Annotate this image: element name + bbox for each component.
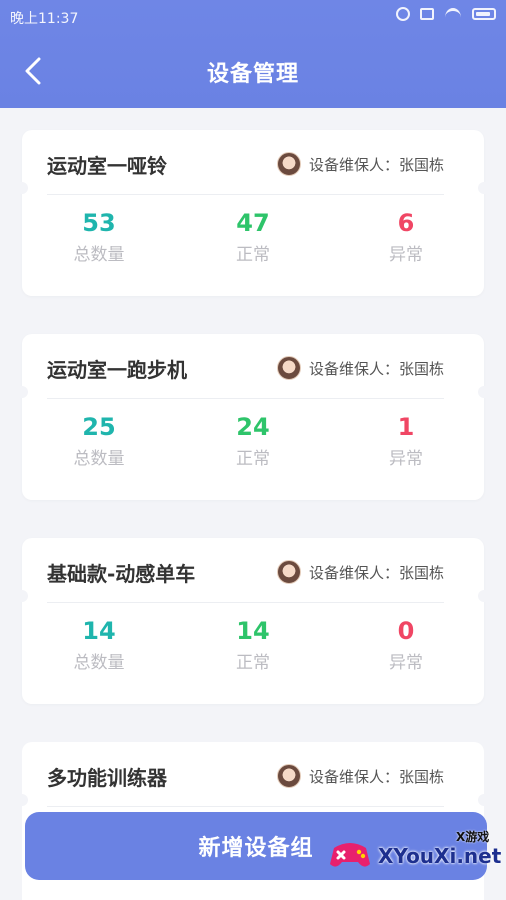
maintainer: 设备维保人：张国栋 <box>276 356 444 380</box>
stat-total: 25 总数量 <box>49 412 149 469</box>
abnormal-value: 1 <box>397 413 415 441</box>
group-name: 运动室一跑步机 <box>47 358 187 382</box>
stats-row: 53 总数量 47 正常 6 异常 <box>22 208 484 278</box>
maintainer: 设备维保人：张国栋 <box>276 560 444 584</box>
abnormal-label: 异常 <box>389 245 423 265</box>
avatar <box>276 356 301 380</box>
total-label: 总数量 <box>73 449 125 469</box>
stat-total: 14 总数量 <box>49 616 149 673</box>
stat-normal: 24 正常 <box>203 412 303 469</box>
avatar <box>276 560 301 584</box>
maintainer-text: 设备维保人：张国栋 <box>308 563 444 582</box>
page-title: 设备管理 <box>206 62 299 87</box>
stat-abnormal: 1 异常 <box>356 412 456 469</box>
normal-label: 正常 <box>236 449 270 469</box>
add-device-group-button[interactable]: 新增设备组 <box>25 812 487 880</box>
group-name: 运动室一哑铃 <box>47 154 167 178</box>
maintainer-text: 设备维保人：张国栋 <box>308 155 444 174</box>
abnormal-value: 0 <box>397 617 415 645</box>
avatar <box>276 152 301 176</box>
battery-icon <box>472 8 496 20</box>
maintainer-text: 设备维保人：张国栋 <box>308 359 444 378</box>
group-name: 多功能训练器 <box>47 766 167 790</box>
status-bar: 晚上11:37 <box>0 0 506 34</box>
divider <box>47 194 444 195</box>
header-bar: 晚上11:37 设备管理 <box>0 0 506 108</box>
total-label: 总数量 <box>73 245 125 265</box>
status-time: 晚上11:37 <box>10 11 79 27</box>
divider <box>47 602 444 603</box>
status-icons <box>396 7 496 21</box>
device-group-card[interactable]: 基础款-动感单车 设备维保人：张国栋 14 总数量 14 正常 0 异常 <box>16 538 490 704</box>
avatar <box>276 764 301 788</box>
normal-value: 24 <box>236 413 270 441</box>
total-value: 14 <box>82 617 116 645</box>
total-value: 25 <box>82 413 116 441</box>
alarm-off-icon <box>396 7 410 21</box>
normal-value: 47 <box>236 209 270 237</box>
stat-abnormal: 6 异常 <box>356 208 456 265</box>
normal-label: 正常 <box>236 653 270 673</box>
maintainer: 设备维保人：张国栋 <box>276 152 444 176</box>
maintainer: 设备维保人：张国栋 <box>276 764 444 788</box>
stat-abnormal: 0 异常 <box>356 616 456 673</box>
total-value: 53 <box>82 209 116 237</box>
device-group-card[interactable]: 运动室一跑步机 设备维保人：张国栋 25 总数量 24 正常 1 异常 <box>16 334 490 500</box>
divider <box>47 806 444 807</box>
maintainer-text: 设备维保人：张国栋 <box>308 767 444 786</box>
wifi-icon <box>444 7 462 21</box>
abnormal-label: 异常 <box>389 653 423 673</box>
stats-row: 25 总数量 24 正常 1 异常 <box>22 412 484 482</box>
stat-total: 53 总数量 <box>49 208 149 265</box>
sim-box-icon <box>420 8 434 20</box>
normal-value: 14 <box>236 617 270 645</box>
total-label: 总数量 <box>73 653 125 673</box>
abnormal-label: 异常 <box>389 449 423 469</box>
stat-normal: 14 正常 <box>203 616 303 673</box>
group-name: 基础款-动感单车 <box>47 562 196 586</box>
abnormal-value: 6 <box>397 209 415 237</box>
divider <box>47 398 444 399</box>
stats-row: 14 总数量 14 正常 0 异常 <box>22 616 484 686</box>
normal-label: 正常 <box>236 245 270 265</box>
stat-normal: 47 正常 <box>203 208 303 265</box>
device-group-card[interactable]: 运动室一哑铃 设备维保人：张国栋 53 总数量 47 正常 6 异常 <box>16 130 490 296</box>
